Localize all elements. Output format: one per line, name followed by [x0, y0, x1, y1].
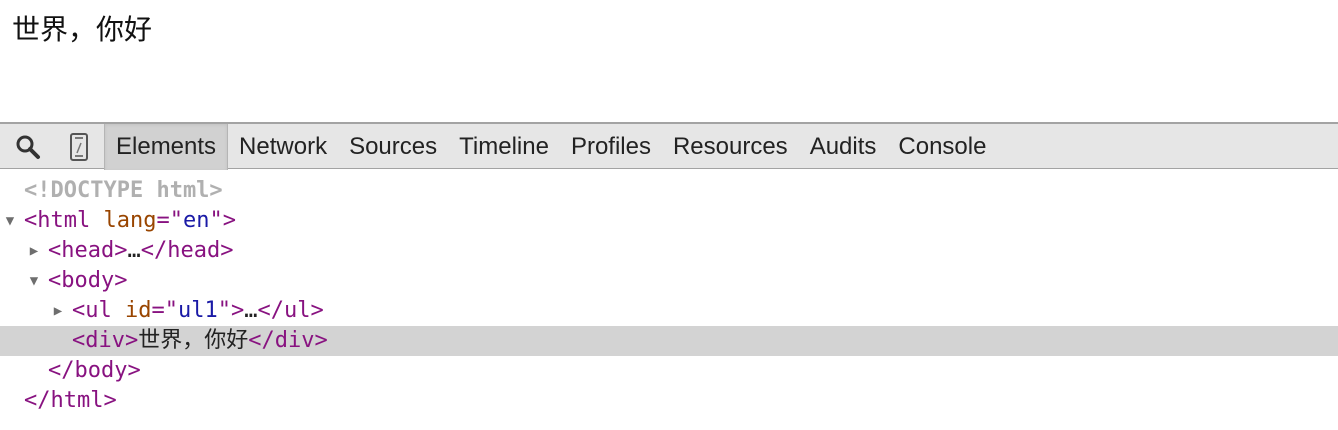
div-close-tag: </div>: [248, 328, 328, 353]
dom-tree: <!DOCTYPE html> ▼ <html lang="en"> ▶ <he…: [0, 176, 1338, 416]
head-open-tag: <head>: [48, 238, 128, 263]
attr-eq: =": [151, 298, 179, 323]
tab-timeline[interactable]: Timeline: [448, 124, 560, 170]
tab-elements[interactable]: Elements: [104, 124, 229, 170]
attr-value: en: [182, 208, 210, 233]
div-text-content: 世界，你好: [138, 328, 249, 353]
tab-profiles[interactable]: Profiles: [560, 124, 662, 170]
tab-console[interactable]: Console: [887, 124, 997, 170]
dom-node-body-close[interactable]: </body>: [0, 356, 1338, 386]
attr-close: ">: [209, 208, 236, 233]
tab-audits[interactable]: Audits: [799, 124, 888, 170]
body-close-tag: </body>: [48, 358, 141, 383]
device-mode-icon[interactable]: [60, 124, 98, 170]
collapsed-triangle-icon[interactable]: ▶: [26, 236, 42, 266]
div-element: <div>世界，你好</div>: [72, 326, 328, 356]
dom-node-html-close[interactable]: </html>: [0, 386, 1338, 416]
expanded-triangle-icon[interactable]: ▼: [2, 206, 18, 236]
ul-open-tag: <ul: [72, 298, 112, 323]
tab-sources[interactable]: Sources: [338, 124, 448, 170]
dom-node-body[interactable]: ▼ <body>: [0, 266, 1338, 296]
attr-close: ">: [217, 298, 245, 323]
attr-value: ul1: [178, 298, 218, 323]
div-open-tag: <div>: [72, 328, 139, 353]
attr-name: lang: [103, 208, 157, 233]
expanded-triangle-icon[interactable]: ▼: [26, 266, 42, 296]
head-close-tag: </head>: [140, 238, 234, 263]
attr-eq: =": [156, 208, 183, 233]
html-open-tag: <html lang="en">: [24, 206, 236, 236]
dom-node-html[interactable]: ▼ <html lang="en">: [0, 206, 1338, 236]
devtools-panel: Elements Network Sources Timeline Profil…: [0, 122, 1338, 430]
ul-ellipsis: …: [244, 298, 258, 323]
dom-node-ul[interactable]: ▶ <ul id="ul1">…</ul>: [0, 296, 1338, 326]
page-body-text: 世界，你好: [12, 13, 153, 46]
search-icon[interactable]: [8, 124, 48, 170]
head-ellipsis: …: [127, 238, 141, 263]
tag-name: <html: [24, 208, 91, 233]
dom-node-div-selected[interactable]: <div>世界，你好</div>: [0, 326, 1338, 356]
body-open-tag: <body>: [48, 268, 128, 293]
doctype-text: <!DOCTYPE html>: [24, 178, 223, 203]
head-element: <head>…</head>: [48, 236, 233, 266]
ul-element: <ul id="ul1">…</ul>: [72, 296, 324, 326]
ul-close-tag: </ul>: [257, 298, 324, 323]
devtools-toolbar: Elements Network Sources Timeline Profil…: [0, 122, 1338, 170]
attr-name: id: [125, 298, 152, 323]
devtools-tabs: Elements Network Sources Timeline Profil…: [104, 124, 997, 170]
tab-network[interactable]: Network: [228, 124, 338, 170]
tab-resources[interactable]: Resources: [662, 124, 799, 170]
dom-node-head[interactable]: ▶ <head>…</head>: [0, 236, 1338, 266]
dom-node-doctype[interactable]: <!DOCTYPE html>: [0, 176, 1338, 206]
html-close-tag: </html>: [24, 388, 117, 413]
collapsed-triangle-icon[interactable]: ▶: [50, 296, 66, 326]
